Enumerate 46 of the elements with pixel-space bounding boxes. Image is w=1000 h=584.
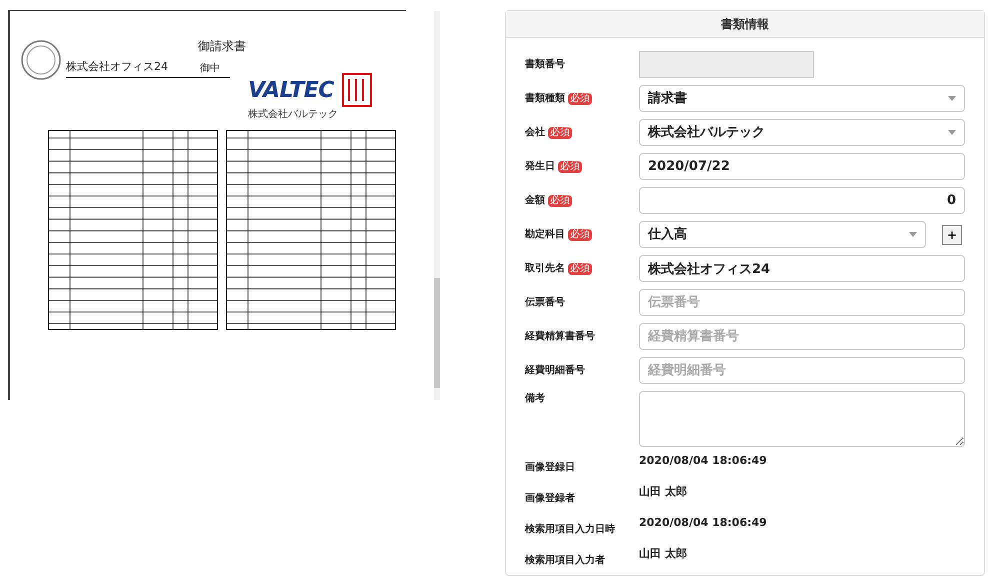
field-value: 2020/08/04 18:06:49 [639, 515, 767, 532]
field-label: 発生日 [525, 160, 555, 174]
input-field[interactable]: 2020/07/22 [639, 153, 965, 180]
field-label: 書類種類 [525, 92, 565, 106]
required-badge: 必須 [548, 194, 572, 206]
input-field[interactable]: 0 [639, 187, 965, 214]
caret-icon [948, 130, 956, 135]
field-label: 画像登録日 [525, 460, 575, 475]
field-label: 会社 [525, 126, 545, 140]
select-field[interactable]: 仕入高 [639, 221, 926, 248]
textarea-field[interactable] [639, 391, 965, 447]
field-value: 山田 太郎 [639, 546, 687, 562]
company-seal-icon [342, 73, 372, 107]
field-label: 経費精算書番号 [525, 330, 595, 344]
field-label: 画像登録者 [525, 492, 575, 506]
required-badge: 必須 [558, 160, 582, 172]
company-logo: VALTEC [248, 76, 334, 104]
addressee-name: 株式会社オフィス24 [66, 59, 168, 75]
input-field[interactable]: 経費明細番号 [639, 357, 965, 384]
field-label: 備考 [525, 392, 545, 406]
select-field[interactable]: 請求書 [639, 85, 965, 112]
panel-title: 書類情報 [721, 16, 769, 33]
honorific-text: 御中 [200, 62, 220, 76]
field-label: 伝票番号 [525, 296, 565, 310]
field-label: 経費明細番号 [525, 364, 585, 378]
add-button[interactable]: + [942, 224, 962, 244]
field-label: 金額 [525, 194, 545, 208]
issuer-name: 株式会社バルテック [248, 108, 339, 122]
field-label: 書類番号 [525, 58, 565, 72]
field-label: 検索用項目入力日時 [525, 522, 615, 537]
field-value: 山田 太郎 [639, 484, 687, 500]
document-title: 御請求書 [198, 38, 246, 55]
caret-icon [909, 232, 917, 237]
field-label: 取引先名 [525, 262, 565, 276]
field-label: 検索用項目入力者 [525, 554, 605, 568]
required-badge: 必須 [568, 92, 592, 104]
input-field[interactable]: 経費精算書番号 [639, 323, 965, 350]
seal-stamp-icon [20, 39, 62, 81]
required-badge: 必須 [568, 262, 592, 274]
required-badge: 必須 [548, 126, 572, 138]
required-badge: 必須 [568, 228, 592, 240]
caret-icon [948, 96, 956, 101]
field-label: 勘定科目 [525, 227, 565, 242]
scrollbar[interactable] [434, 11, 440, 400]
field-value: 2020/08/04 18:06:49 [639, 453, 767, 470]
select-field[interactable]: 株式会社バルテック [639, 119, 965, 146]
